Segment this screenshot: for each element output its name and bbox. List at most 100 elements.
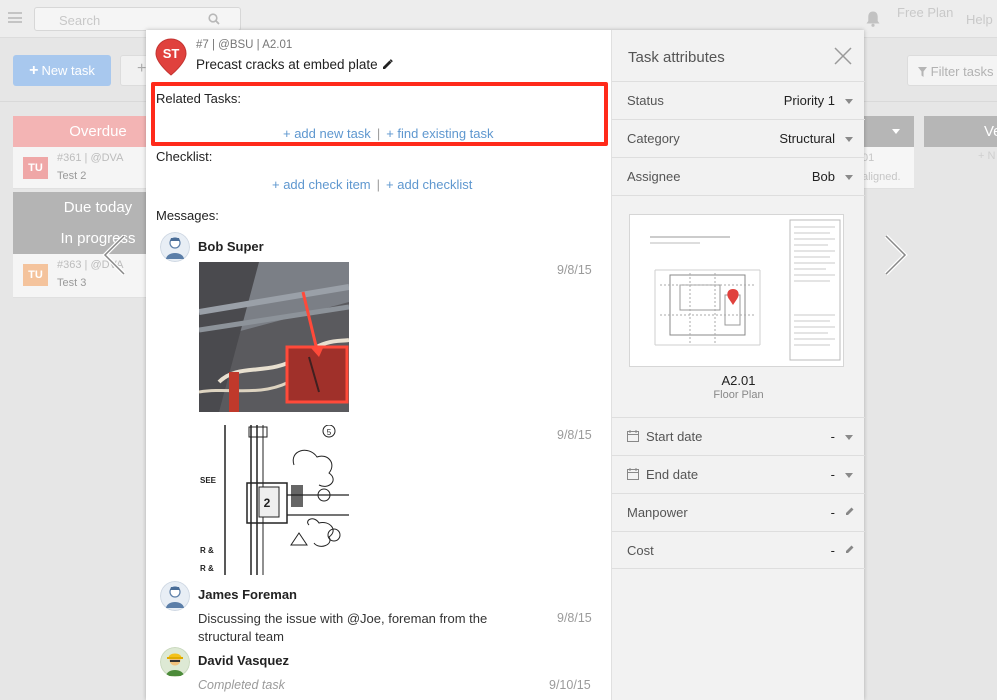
message-text: Completed task [198, 678, 285, 692]
plus-icon: + [137, 60, 147, 77]
filter-icon [918, 67, 927, 77]
cost-field[interactable]: Cost - [612, 531, 865, 569]
message-author: David Vasquez [198, 653, 290, 668]
filter-tasks-label: Filter tasks [930, 64, 994, 79]
manpower-field[interactable]: Manpower - [612, 493, 865, 531]
column-title: Ve [984, 123, 997, 140]
help-link[interactable]: Help [966, 12, 993, 27]
chevron-down-icon [845, 435, 853, 440]
chevron-right-icon[interactable] [882, 233, 910, 277]
column-title: Due today [63, 199, 133, 216]
add-checklist-link[interactable]: + add checklist [386, 177, 472, 192]
find-existing-task-link[interactable]: + find existing task [386, 126, 493, 141]
chevron-down-icon[interactable] [892, 129, 900, 134]
search-icon [208, 13, 220, 25]
task-attributes-title: Task attributes [628, 49, 725, 66]
message-date: 9/8/15 [557, 428, 592, 442]
task-title[interactable]: Precast cracks at embed plate [196, 57, 393, 72]
attr-label: End date [646, 467, 699, 482]
task-card[interactable]: 01 aligned. [862, 147, 914, 189]
add-check-item-link[interactable]: + add check item [272, 177, 371, 192]
card-title: Test 2 [57, 170, 87, 182]
attr-label: Start date [646, 429, 703, 444]
plus-icon: + [29, 61, 39, 79]
chevron-down-icon [845, 137, 853, 142]
status-select[interactable]: Status Priority 1 [612, 81, 865, 119]
attachment-photo[interactable] [199, 262, 349, 412]
separator: | [376, 126, 381, 141]
chevron-left-icon[interactable] [100, 233, 128, 277]
messages-label: Messages: [156, 208, 219, 223]
message-date: 9/10/15 [549, 678, 591, 692]
calendar-icon [627, 468, 639, 480]
message-text: Discussing the issue with @Joe, foreman … [198, 611, 488, 644]
avatar [160, 581, 190, 611]
chevron-down-icon [845, 175, 853, 180]
avatar: TU [23, 157, 48, 179]
checklist-actions: + add check item | + add checklist [272, 177, 472, 192]
separator: | [376, 177, 381, 192]
add-new-task-link[interactable]: + add new task [283, 126, 371, 141]
chevron-down-icon [845, 99, 853, 104]
free-plan-link[interactable]: Free Plan [897, 5, 953, 20]
related-tasks-actions: + add new task | + find existing task [283, 126, 494, 141]
search-input[interactable]: Search [34, 7, 241, 31]
message-date: 9/8/15 [557, 611, 592, 625]
attr-value: - [830, 543, 835, 558]
attr-label: Category [627, 131, 680, 146]
end-date-select[interactable]: End date - [612, 455, 865, 493]
attachment-drawing[interactable]: 2 5 SEE R & R & [199, 425, 349, 575]
svg-text:2: 2 [264, 496, 271, 510]
sheet-thumbnail[interactable] [629, 214, 844, 367]
avatar: TU [23, 264, 48, 286]
close-icon[interactable] [834, 47, 852, 65]
attr-value: - [830, 467, 835, 482]
column-title: Overdue [69, 123, 127, 140]
task-title-text: Precast cracks at embed plate [196, 57, 378, 72]
card-meta: #361 | @DVA [57, 152, 124, 164]
search-placeholder: Search [59, 13, 101, 28]
start-date-select[interactable]: Start date - [612, 417, 865, 455]
filter-tasks-button[interactable]: Filter tasks [907, 55, 997, 86]
assignee-select[interactable]: Assignee Bob [612, 157, 865, 195]
attr-value: Bob [811, 169, 835, 184]
category-select[interactable]: Category Structural [612, 119, 865, 157]
bell-icon[interactable] [864, 10, 882, 28]
pencil-icon[interactable] [845, 544, 855, 554]
avatar [160, 647, 190, 677]
svg-text:SEE: SEE [200, 476, 217, 485]
attr-label: Manpower [627, 505, 688, 520]
avatar [160, 232, 190, 262]
calendar-icon [627, 430, 639, 442]
add-task-link[interactable]: + N [978, 150, 995, 162]
sheet-name: A2.01 [721, 373, 756, 388]
checklist-label: Checklist: [156, 149, 213, 164]
task-attributes-pane: Task attributes Status Priority 1 Catego… [611, 30, 865, 700]
menu-icon[interactable] [8, 12, 22, 23]
attr-label: Cost [627, 543, 654, 558]
attr-value: Structural [779, 131, 835, 146]
pencil-icon[interactable] [845, 506, 855, 516]
svg-text:ST: ST [163, 46, 180, 61]
task-meta: #7 | @BSU | A2.01 [196, 39, 293, 51]
column-header-hidden[interactable] [862, 116, 914, 147]
task-pin-icon: ST [155, 38, 187, 76]
message-author: Bob Super [198, 239, 264, 254]
task-detail-modal: ST #7 | @BSU | A2.01 Precast cracks at e… [146, 30, 865, 700]
svg-text:5: 5 [327, 428, 332, 437]
attr-value: - [830, 505, 835, 520]
svg-text:R &: R & [200, 564, 214, 573]
attr-value: Priority 1 [783, 93, 835, 108]
card-title: Test 3 [57, 277, 87, 289]
new-task-button[interactable]: + New task [13, 55, 111, 86]
related-tasks-label: Related Tasks: [156, 91, 242, 106]
message-date: 9/8/15 [557, 263, 592, 277]
column-header-ve[interactable]: Ve [924, 116, 997, 147]
svg-text:R &: R & [200, 546, 214, 555]
attr-label: Status [627, 93, 664, 108]
pencil-icon[interactable] [382, 59, 393, 70]
sheet-description: Floor Plan [713, 389, 764, 401]
new-task-label: New task [41, 63, 95, 78]
chevron-down-icon [845, 473, 853, 478]
attr-label: Assignee [627, 169, 681, 184]
